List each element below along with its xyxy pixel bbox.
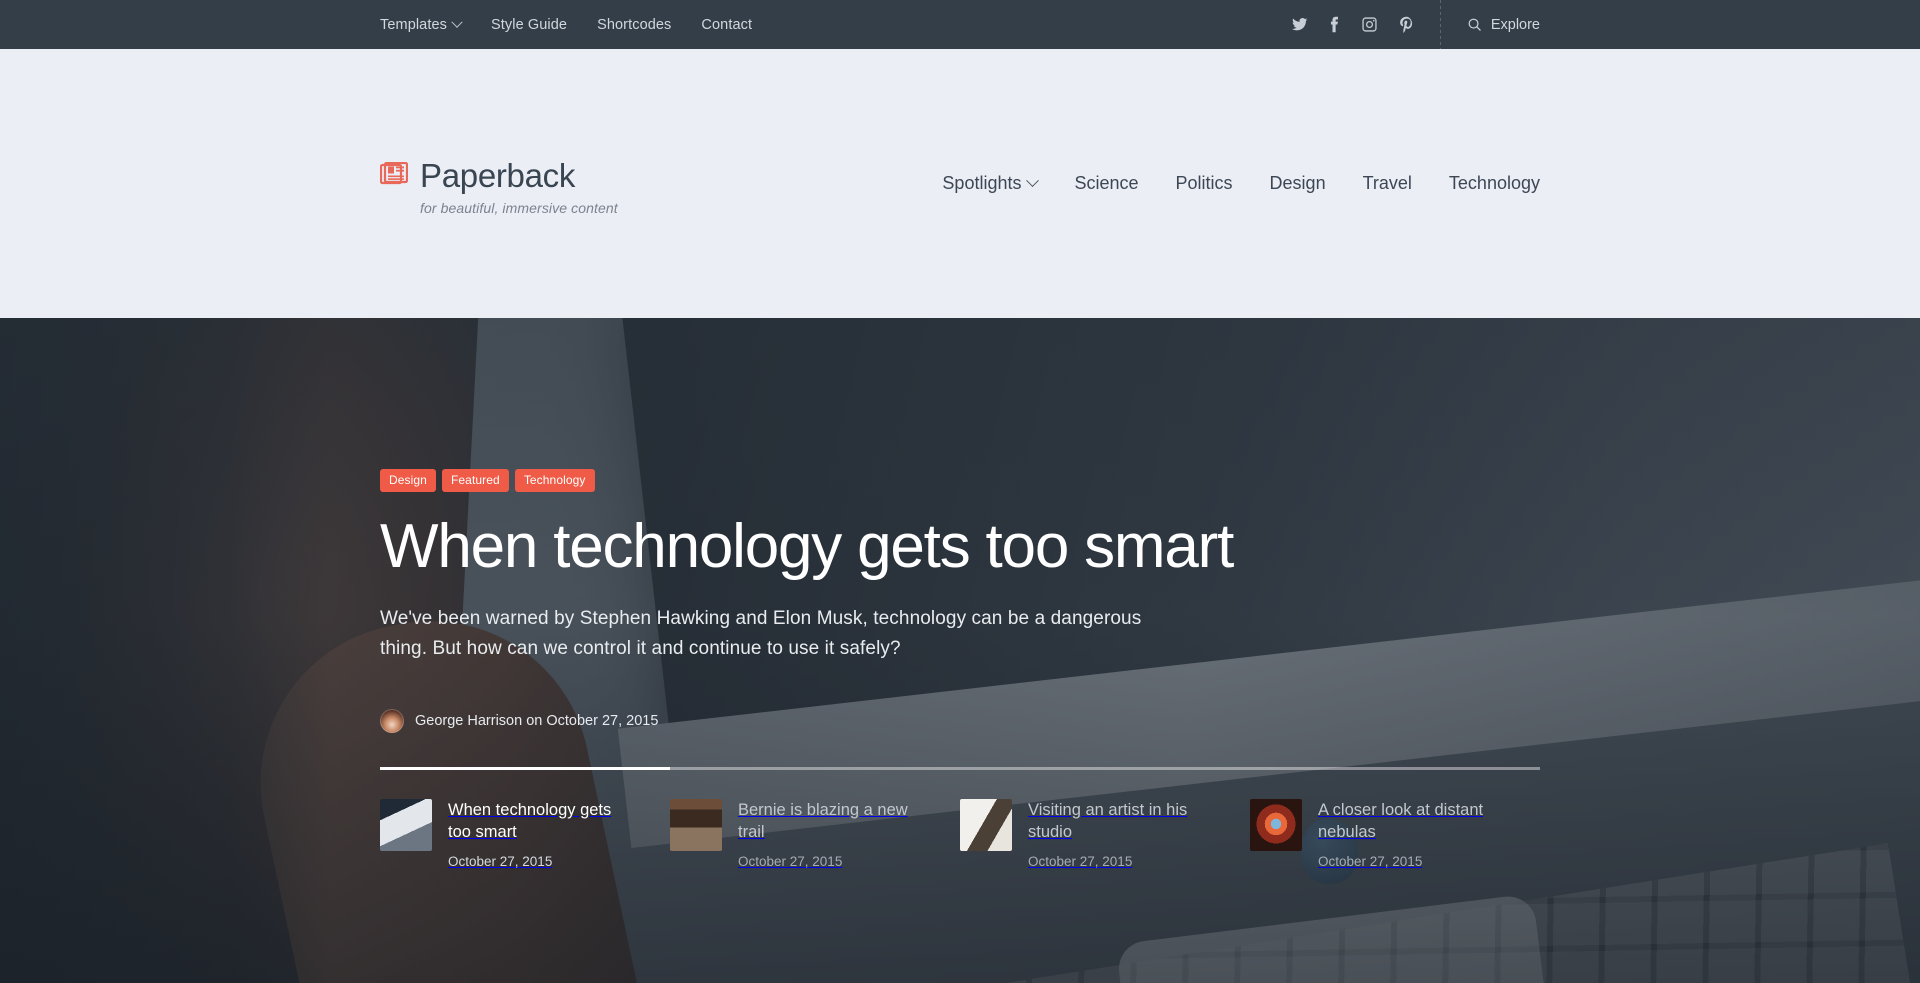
top-nav: Templates Style Guide Shortcodes Contact xyxy=(380,16,752,33)
main-nav-item-design[interactable]: Design xyxy=(1270,173,1326,194)
carousel-item-date: October 27, 2015 xyxy=(448,854,553,870)
carousel-item[interactable]: When technology gets too smart October 2… xyxy=(380,798,670,870)
carousel-item-title: A closer look at distant nebulas xyxy=(1318,800,1484,841)
newspaper-icon xyxy=(379,161,409,191)
main-nav-item-travel[interactable]: Travel xyxy=(1363,173,1412,194)
main-nav-item-technology[interactable]: Technology xyxy=(1449,173,1540,194)
main-nav-label: Travel xyxy=(1362,173,1412,193)
main-nav-label: Design xyxy=(1269,173,1326,193)
carousel-item[interactable]: A closer look at distant nebulas October… xyxy=(1250,798,1540,870)
brand-name: Paperback xyxy=(420,157,576,194)
brand-tagline: for beautiful, immersive content xyxy=(420,200,618,216)
carousel-thumbnail xyxy=(960,798,1012,851)
carousel-item-title: Visiting an artist in his studio xyxy=(1028,800,1188,841)
social-links xyxy=(1291,16,1440,33)
main-nav-item-politics[interactable]: Politics xyxy=(1176,173,1233,194)
carousel-slides: When technology gets too smart October 2… xyxy=(380,798,1540,870)
hero-description: We've been warned by Stephen Hawking and… xyxy=(380,608,1142,660)
instagram-icon[interactable] xyxy=(1361,16,1378,33)
carousel-thumbnail xyxy=(380,798,432,851)
carousel-item-title: When technology gets too smart xyxy=(448,800,612,841)
avatar xyxy=(380,708,404,733)
tag-technology[interactable]: Technology xyxy=(514,469,595,492)
hero-tags: Design Featured Technology xyxy=(380,469,1540,492)
tag-design[interactable]: Design xyxy=(380,469,436,492)
hero-section: Design Featured Technology When technolo… xyxy=(0,318,1920,983)
hero-byline: George Harrison on October 27, 2015 xyxy=(380,708,1540,733)
top-nav-label: Templates xyxy=(380,16,447,33)
carousel-item-date: October 27, 2015 xyxy=(738,854,843,870)
hero-title[interactable]: When technology gets too smart xyxy=(380,514,1540,579)
top-utility-bar: Templates Style Guide Shortcodes Contact xyxy=(0,0,1920,49)
carousel-thumbnail xyxy=(670,798,722,851)
top-nav-label: Shortcodes xyxy=(597,16,672,33)
main-nav-item-science[interactable]: Science xyxy=(1074,173,1138,194)
carousel-item-date: October 27, 2015 xyxy=(1318,854,1423,870)
main-nav: Spotlights Science Politics Design Trave… xyxy=(942,173,1540,194)
main-nav-label: Science xyxy=(1074,173,1139,193)
search-icon xyxy=(1468,18,1481,31)
carousel-item[interactable]: Bernie is blazing a new trail October 27… xyxy=(670,798,960,870)
carousel-thumbnail xyxy=(1250,798,1302,851)
hero-carousel: When technology gets too smart October 2… xyxy=(380,766,1540,870)
facebook-icon[interactable] xyxy=(1329,16,1340,33)
masthead: Paperback for beautiful, immersive conte… xyxy=(0,49,1920,318)
carousel-progress-track[interactable] xyxy=(380,766,1540,770)
main-nav-item-spotlights[interactable]: Spotlights xyxy=(942,173,1040,194)
explore-label: Explore xyxy=(1490,16,1540,33)
carousel-item-title: Bernie is blazing a new trail xyxy=(738,800,908,841)
main-nav-label: Spotlights xyxy=(942,173,1022,193)
main-nav-label: Technology xyxy=(1448,173,1540,193)
carousel-item[interactable]: Visiting an artist in his studio October… xyxy=(960,798,1250,870)
pinterest-icon[interactable] xyxy=(1399,16,1414,33)
explore-button[interactable]: Explore xyxy=(1441,17,1540,33)
main-nav-label: Politics xyxy=(1175,173,1233,193)
top-nav-item-contact[interactable]: Contact xyxy=(701,17,752,33)
top-bar-right: Explore xyxy=(1291,0,1540,49)
tag-featured[interactable]: Featured xyxy=(441,469,509,492)
chevron-down-icon xyxy=(1026,174,1040,188)
twitter-icon[interactable] xyxy=(1291,16,1308,33)
top-nav-item-style-guide[interactable]: Style Guide xyxy=(491,17,567,33)
top-nav-label: Contact xyxy=(701,16,753,33)
carousel-item-date: October 27, 2015 xyxy=(1028,854,1133,870)
top-nav-item-templates[interactable]: Templates xyxy=(380,16,463,33)
carousel-progress-fill xyxy=(380,766,670,770)
chevron-down-icon xyxy=(451,16,463,28)
top-nav-label: Style Guide xyxy=(491,16,568,33)
brand[interactable]: Paperback for beautiful, immersive conte… xyxy=(379,151,618,216)
byline-text: George Harrison on October 27, 2015 xyxy=(415,712,659,729)
top-nav-item-shortcodes[interactable]: Shortcodes xyxy=(597,17,671,33)
